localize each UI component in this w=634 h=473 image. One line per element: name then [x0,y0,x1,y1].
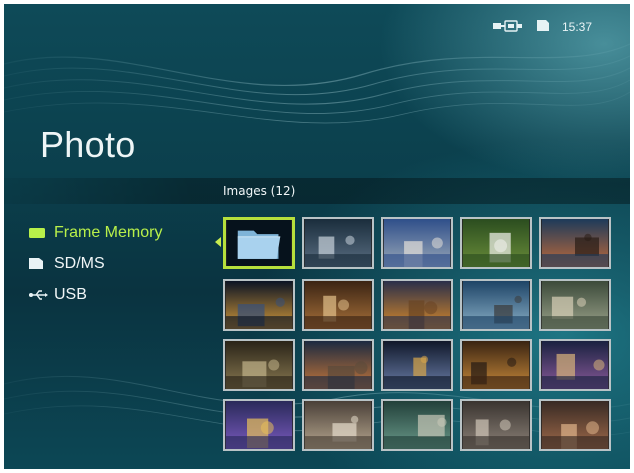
photo-thumbnail[interactable] [539,399,611,451]
sd-card-icon [28,257,48,270]
photo-thumbnail[interactable] [302,339,374,391]
source-item-label: USB [54,285,87,303]
clock-time: 15:37 [561,20,592,34]
photo-image [541,219,609,267]
photo-thumbnail[interactable] [460,399,532,451]
photo-image [304,341,372,389]
photo-screen: 15:37 Photo Images (12) Frame Memory SD/M… [4,4,630,469]
photo-image [462,281,530,329]
photo-image [383,281,451,329]
photo-image [462,401,530,449]
source-item-label: SD/MS [54,254,105,272]
photo-image [383,219,451,267]
usb-connection-icon [492,19,524,35]
photo-thumbnail[interactable] [460,217,532,269]
photo-image [304,401,372,449]
photo-image [304,281,372,329]
folder-icon [227,220,291,266]
photo-image [541,281,609,329]
photo-image [541,341,609,389]
photo-thumbnail[interactable] [302,279,374,331]
photo-image [225,401,293,449]
selection-pointer [215,237,221,247]
source-item-sd-ms[interactable]: SD/MS [28,248,162,279]
frame-memory-icon [28,227,48,239]
photo-image [383,401,451,449]
photo-image [462,341,530,389]
photo-thumbnail[interactable] [460,279,532,331]
header-band [4,178,630,204]
photo-image [304,219,372,267]
page-title: Photo [40,124,136,165]
source-item-usb[interactable]: USB [28,279,162,310]
usb-icon [28,289,48,301]
photo-image [383,341,451,389]
source-item-label: Frame Memory [54,223,163,241]
photo-thumbnail[interactable] [381,217,453,269]
photo-thumbnail[interactable] [460,339,532,391]
source-item-frame-memory[interactable]: Frame Memory [28,217,162,248]
photo-thumbnail[interactable] [539,217,611,269]
photo-thumbnail[interactable] [381,339,453,391]
photo-thumbnail[interactable] [381,399,453,451]
photo-image [225,341,293,389]
photo-thumbnail[interactable] [302,399,374,451]
source-menu: Frame Memory SD/MS USB [28,217,162,310]
photo-image [462,219,530,267]
photo-thumbnail[interactable] [223,339,295,391]
thumbnail-grid [223,217,611,455]
status-bar: 15:37 [492,18,592,36]
memory-card-icon [536,19,550,35]
images-count-label: Images (12) [223,184,296,198]
photo-thumbnail[interactable] [223,399,295,451]
photo-thumbnail[interactable] [539,279,611,331]
photo-image [541,401,609,449]
photo-thumbnail[interactable] [539,339,611,391]
photo-thumbnail[interactable] [223,279,295,331]
photo-thumbnail[interactable] [381,279,453,331]
photo-image [225,281,293,329]
folder-thumbnail[interactable] [223,217,295,269]
photo-thumbnail[interactable] [302,217,374,269]
